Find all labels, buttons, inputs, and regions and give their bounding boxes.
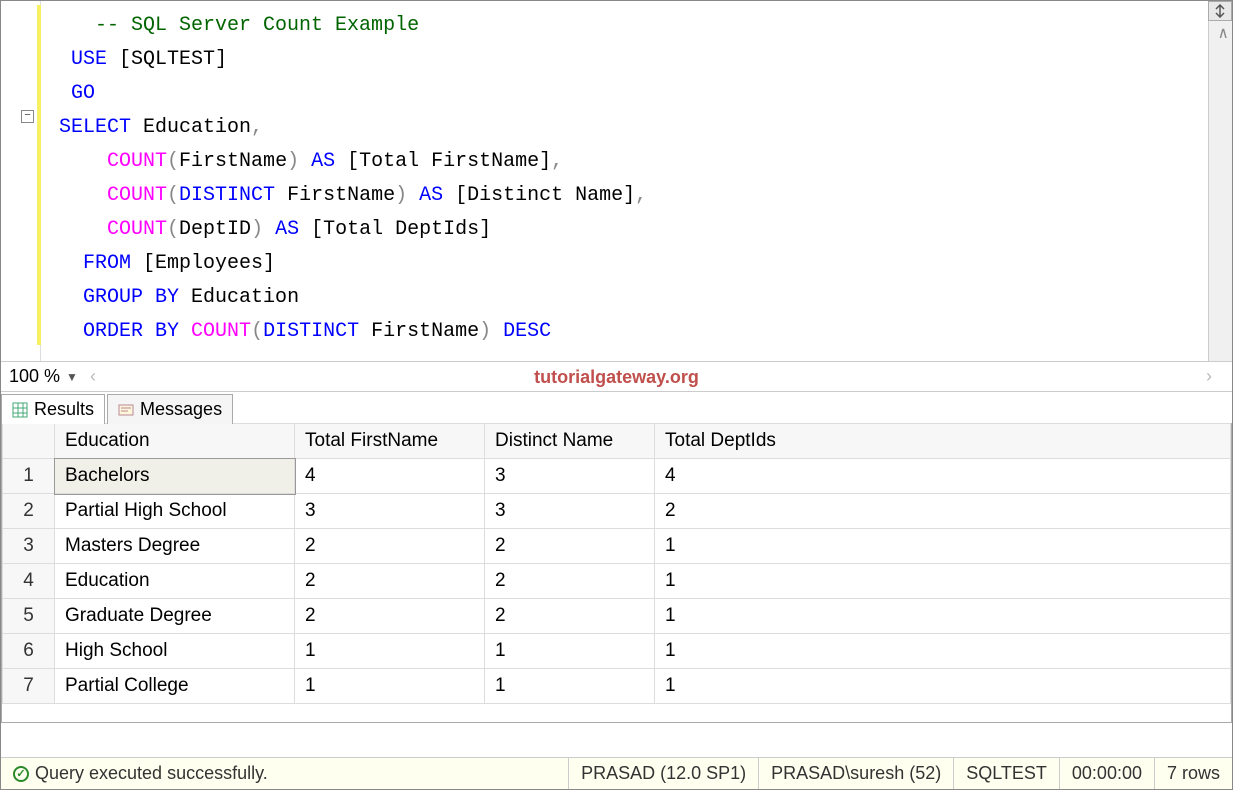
scroll-right-icon[interactable]: › [1206, 366, 1212, 387]
cell-total-deptids[interactable]: 2 [655, 494, 1231, 529]
cell-total-deptids[interactable]: 1 [655, 529, 1231, 564]
row-number[interactable]: 6 [3, 634, 55, 669]
col-education[interactable]: Education [55, 424, 295, 459]
status-bar: ✓ Query executed successfully. PRASAD (1… [1, 757, 1232, 789]
chevron-down-icon[interactable]: ▼ [66, 370, 78, 384]
cell-education[interactable]: Partial College [55, 669, 295, 704]
cell-total-deptids[interactable]: 4 [655, 459, 1231, 494]
tab-messages-label: Messages [140, 399, 222, 420]
grid-icon [12, 402, 28, 418]
status-message: ✓ Query executed successfully. [1, 758, 569, 789]
table-row[interactable]: 7Partial College111 [3, 669, 1231, 704]
vertical-scrollbar[interactable]: ∧ [1208, 1, 1232, 361]
code-line[interactable]: ORDER BY COUNT(DISTINCT FirstName) DESC [59, 315, 1208, 349]
row-number[interactable]: 7 [3, 669, 55, 704]
code-line[interactable]: GO [59, 77, 1208, 111]
tab-results-label: Results [34, 399, 94, 420]
scroll-left-icon[interactable]: ‹ [90, 366, 96, 387]
grid-corner[interactable] [3, 424, 55, 459]
code-line[interactable]: GROUP BY Education [59, 281, 1208, 315]
table-row[interactable]: 6High School111 [3, 634, 1231, 669]
results-grid-area: Education Total FirstName Distinct Name … [1, 423, 1232, 723]
cell-total-deptids[interactable]: 1 [655, 669, 1231, 704]
scroll-up-icon[interactable]: ∧ [1218, 23, 1228, 43]
cell-education[interactable]: High School [55, 634, 295, 669]
cell-total-deptids[interactable]: 1 [655, 634, 1231, 669]
zoom-value: 100 % [9, 366, 60, 387]
cell-total-firstname[interactable]: 3 [295, 494, 485, 529]
row-number[interactable]: 1 [3, 459, 55, 494]
cell-education[interactable]: Bachelors [55, 459, 295, 494]
status-message-text: Query executed successfully. [35, 763, 268, 784]
row-number[interactable]: 2 [3, 494, 55, 529]
cell-distinct-name[interactable]: 2 [485, 599, 655, 634]
cell-distinct-name[interactable]: 2 [485, 529, 655, 564]
status-server: PRASAD (12.0 SP1) [569, 758, 759, 789]
cell-distinct-name[interactable]: 2 [485, 564, 655, 599]
cell-total-deptids[interactable]: 1 [655, 599, 1231, 634]
change-indicator [37, 5, 41, 345]
cell-distinct-name[interactable]: 1 [485, 634, 655, 669]
code-pane[interactable]: -- SQL Server Count Example USE [SQLTEST… [41, 1, 1208, 361]
table-row[interactable]: 5Graduate Degree221 [3, 599, 1231, 634]
row-number[interactable]: 5 [3, 599, 55, 634]
cell-total-firstname[interactable]: 2 [295, 599, 485, 634]
code-line[interactable]: FROM [Employees] [59, 247, 1208, 281]
cell-total-firstname[interactable]: 2 [295, 564, 485, 599]
cell-total-firstname[interactable]: 2 [295, 529, 485, 564]
col-distinct-name[interactable]: Distinct Name [485, 424, 655, 459]
code-line[interactable]: COUNT(FirstName) AS [Total FirstName], [59, 145, 1208, 179]
code-line[interactable]: SELECT Education, [59, 111, 1208, 145]
status-time: 00:00:00 [1060, 758, 1155, 789]
success-icon: ✓ [13, 766, 29, 782]
split-handle-icon[interactable] [1208, 1, 1232, 21]
table-row[interactable]: 1Bachelors434 [3, 459, 1231, 494]
cell-education[interactable]: Graduate Degree [55, 599, 295, 634]
cell-education[interactable]: Partial High School [55, 494, 295, 529]
fold-toggle-icon[interactable]: − [21, 110, 34, 123]
status-user: PRASAD\suresh (52) [759, 758, 954, 789]
grid-header-row: Education Total FirstName Distinct Name … [3, 424, 1231, 459]
tab-messages[interactable]: Messages [107, 394, 233, 424]
cell-total-firstname[interactable]: 1 [295, 634, 485, 669]
cell-education[interactable]: Masters Degree [55, 529, 295, 564]
message-icon [118, 402, 134, 418]
table-row[interactable]: 2Partial High School332 [3, 494, 1231, 529]
cell-distinct-name[interactable]: 3 [485, 494, 655, 529]
cell-distinct-name[interactable]: 1 [485, 669, 655, 704]
watermark-text: tutorialgateway.org [534, 367, 699, 388]
cell-total-deptids[interactable]: 1 [655, 564, 1231, 599]
zoom-select[interactable]: 100 % ▼ [9, 366, 78, 387]
results-grid[interactable]: Education Total FirstName Distinct Name … [2, 423, 1231, 704]
row-number[interactable]: 4 [3, 564, 55, 599]
sql-editor[interactable]: − -- SQL Server Count Example USE [SQLTE… [1, 1, 1232, 361]
code-line[interactable]: USE [SQLTEST] [59, 43, 1208, 77]
cell-distinct-name[interactable]: 3 [485, 459, 655, 494]
code-line[interactable]: -- SQL Server Count Example [59, 9, 1208, 43]
cell-total-firstname[interactable]: 1 [295, 669, 485, 704]
col-total-deptids[interactable]: Total DeptIds [655, 424, 1231, 459]
zoom-bar: 100 % ▼ ‹ › tutorialgateway.org [1, 361, 1232, 391]
status-rowcount: 7 rows [1155, 758, 1232, 789]
col-total-firstname[interactable]: Total FirstName [295, 424, 485, 459]
tab-results[interactable]: Results [1, 394, 105, 424]
table-row[interactable]: 3Masters Degree221 [3, 529, 1231, 564]
cell-education[interactable]: Education [55, 564, 295, 599]
code-line[interactable]: COUNT(DeptID) AS [Total DeptIds] [59, 213, 1208, 247]
cell-total-firstname[interactable]: 4 [295, 459, 485, 494]
editor-gutter: − [1, 1, 41, 361]
results-tabs: Results Messages [1, 391, 1232, 423]
row-number[interactable]: 3 [3, 529, 55, 564]
code-line[interactable]: COUNT(DISTINCT FirstName) AS [Distinct N… [59, 179, 1208, 213]
status-database: SQLTEST [954, 758, 1060, 789]
table-row[interactable]: 4Education221 [3, 564, 1231, 599]
